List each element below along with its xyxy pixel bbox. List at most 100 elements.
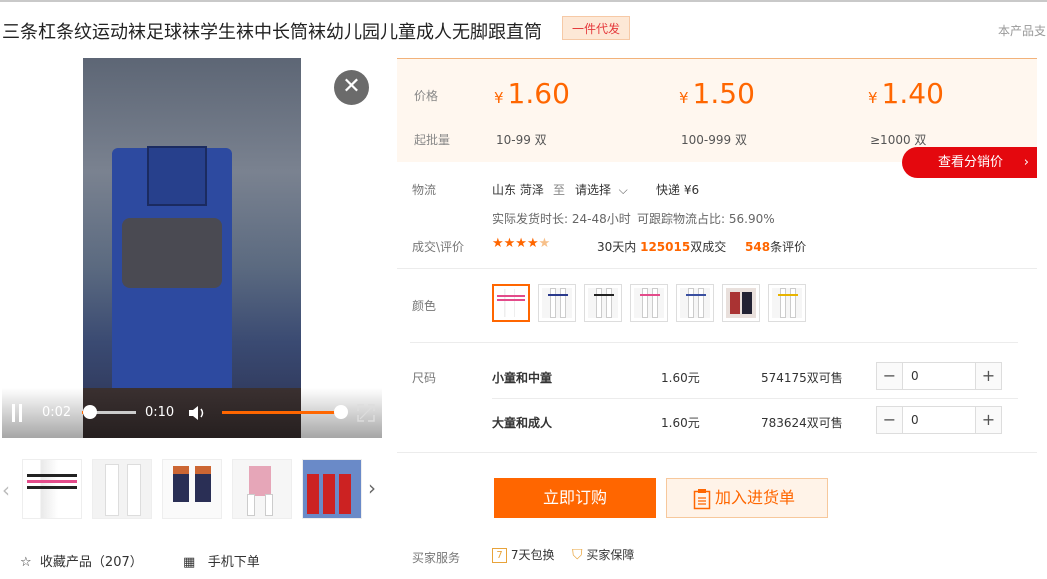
color-swatch-5[interactable] bbox=[676, 284, 714, 322]
product-title: 三条杠条纹运动袜足球袜学生袜中长筒袜幼儿园儿童成人无脚跟直筒 bbox=[2, 22, 542, 43]
close-video-button[interactable]: ✕ bbox=[334, 70, 369, 105]
favorite-product[interactable]: ☆ 收藏产品（207） bbox=[20, 551, 143, 570]
volume-icon[interactable] bbox=[188, 404, 208, 422]
gallery-thumb-1[interactable] bbox=[22, 459, 82, 519]
size-name-1: 小童和中童 bbox=[492, 371, 553, 385]
color-label: 颜色 bbox=[412, 299, 437, 313]
qr-code-icon: ▦ bbox=[183, 555, 196, 570]
product-video[interactable] bbox=[2, 58, 382, 438]
pause-icon[interactable] bbox=[12, 404, 24, 422]
video-machine-top bbox=[147, 146, 207, 206]
divider bbox=[492, 398, 1018, 399]
color-swatch-3[interactable] bbox=[584, 284, 622, 322]
ship-time: 实际发货时长: 24-48小时 bbox=[492, 212, 631, 226]
favorite-label: 收藏产品（207） bbox=[39, 555, 143, 570]
clipboard-icon bbox=[693, 489, 711, 510]
top-border bbox=[0, 0, 1047, 2]
destination-select[interactable]: 请选择 ⌵ bbox=[575, 181, 628, 198]
tier-price-1: ¥1.60 bbox=[494, 77, 570, 110]
volume-bar[interactable] bbox=[222, 411, 338, 414]
review-count[interactable]: 548条评价 bbox=[745, 238, 806, 255]
video-machine-gear bbox=[122, 218, 222, 288]
currency-1: ¥ bbox=[494, 89, 504, 107]
tier-qty-3: ≥1000 双 bbox=[870, 133, 927, 147]
price-label: 价格 bbox=[414, 89, 439, 103]
plus-icon[interactable]: + bbox=[975, 363, 1001, 389]
trade-label: 成交\评价 bbox=[412, 240, 465, 254]
gallery-thumb-3[interactable] bbox=[162, 459, 222, 519]
add-to-cart-button[interactable]: 加入进货单 bbox=[666, 478, 828, 518]
size-label: 尺码 bbox=[412, 371, 437, 385]
fullscreen-icon[interactable] bbox=[356, 403, 376, 423]
dropship-badge[interactable]: 一件代发 bbox=[562, 16, 630, 40]
tier-price-2-value: 1.50 bbox=[692, 77, 755, 110]
trace-ratio: 可跟踪物流占比: 56.90% bbox=[637, 212, 775, 226]
tier-price-3-value: 1.40 bbox=[881, 77, 944, 110]
size-stock-2: 783624双可售 bbox=[761, 416, 843, 430]
size-name-2: 大童和成人 bbox=[492, 416, 553, 430]
currency-2: ¥ bbox=[679, 89, 689, 107]
tier-price-3: ¥1.40 bbox=[868, 77, 944, 110]
video-letterbox-right bbox=[301, 58, 382, 438]
minus-icon[interactable]: − bbox=[877, 407, 903, 433]
gallery-next-icon[interactable]: › bbox=[368, 476, 376, 500]
service-protection-label: 买家保障 bbox=[586, 548, 635, 562]
quantity-stepper-2[interactable]: − 0 + bbox=[876, 406, 1002, 434]
shield-icon: ⛉ bbox=[572, 547, 583, 563]
volume-knob[interactable] bbox=[334, 405, 348, 419]
deal-suffix: 双成交 bbox=[690, 240, 727, 254]
destination-select-label: 请选择 bbox=[575, 183, 612, 197]
view-distribution-price-button[interactable]: 查看分销价 › bbox=[902, 147, 1037, 178]
deal-count: 30天内 125015双成交 bbox=[597, 238, 726, 255]
dist-button-label: 查看分销价 bbox=[938, 155, 1004, 170]
plus-icon[interactable]: + bbox=[975, 407, 1001, 433]
divider bbox=[410, 342, 1018, 343]
gallery-thumb-4[interactable] bbox=[232, 459, 292, 519]
service-protection[interactable]: ⛉ 买家保障 bbox=[572, 546, 634, 563]
minus-icon[interactable]: − bbox=[877, 363, 903, 389]
size-price-1: 1.60元 bbox=[661, 371, 700, 385]
video-progress-knob[interactable] bbox=[83, 405, 97, 419]
ship-from: 山东 菏泽 bbox=[492, 183, 544, 197]
seven-day-icon: 7 bbox=[492, 548, 507, 563]
deal-count-value: 125015 bbox=[640, 240, 691, 254]
quantity-input-1[interactable]: 0 bbox=[911, 369, 919, 383]
support-note: 本产品支 bbox=[998, 24, 1047, 38]
tier-qty-1: 10-99 双 bbox=[496, 133, 547, 147]
color-swatch-2[interactable] bbox=[538, 284, 576, 322]
mobile-order[interactable]: ▦ 手机下单 bbox=[183, 551, 260, 570]
video-duration: 0:10 bbox=[145, 405, 175, 420]
gallery-thumb-5[interactable] bbox=[302, 459, 362, 519]
mobile-order-label: 手机下单 bbox=[207, 555, 260, 570]
quantity-input-2[interactable]: 0 bbox=[911, 413, 919, 427]
tier-price-2: ¥1.50 bbox=[679, 77, 755, 110]
size-price-2: 1.60元 bbox=[661, 416, 700, 430]
divider bbox=[397, 452, 1037, 453]
star-outline-icon: ☆ bbox=[20, 555, 32, 570]
color-swatch-1[interactable] bbox=[492, 284, 530, 322]
review-suffix: 条评价 bbox=[770, 240, 807, 254]
currency-3: ¥ bbox=[868, 89, 878, 107]
chevron-down-icon: ⌵ bbox=[618, 183, 628, 197]
services-label: 买家服务 bbox=[412, 551, 461, 565]
divider bbox=[397, 268, 1037, 269]
quantity-stepper-1[interactable]: − 0 + bbox=[876, 362, 1002, 390]
chevron-right-icon: › bbox=[1023, 155, 1029, 170]
express-fee: 快递 ¥6 bbox=[656, 183, 700, 197]
color-swatch-6[interactable] bbox=[722, 284, 760, 322]
color-swatch-7[interactable] bbox=[768, 284, 806, 322]
gallery-thumb-2[interactable] bbox=[92, 459, 152, 519]
deal-days-prefix: 30天内 bbox=[597, 240, 637, 254]
add-to-cart-label: 加入进货单 bbox=[715, 488, 796, 507]
review-count-value: 548 bbox=[745, 240, 771, 254]
gallery-prev-icon[interactable]: ‹ bbox=[2, 478, 10, 502]
rating-stars: ★★★★★ bbox=[492, 236, 551, 251]
video-current-time: 0:02 bbox=[42, 405, 72, 420]
service-7day[interactable]: 7 7天包换 bbox=[492, 546, 554, 563]
buy-now-button[interactable]: 立即订购 bbox=[494, 478, 656, 518]
video-letterbox-left bbox=[2, 58, 83, 438]
ship-to-word: 至 bbox=[553, 183, 566, 197]
color-swatch-4[interactable] bbox=[630, 284, 668, 322]
size-stock-1: 574175双可售 bbox=[761, 371, 843, 385]
tier-price-1-value: 1.60 bbox=[507, 77, 570, 110]
